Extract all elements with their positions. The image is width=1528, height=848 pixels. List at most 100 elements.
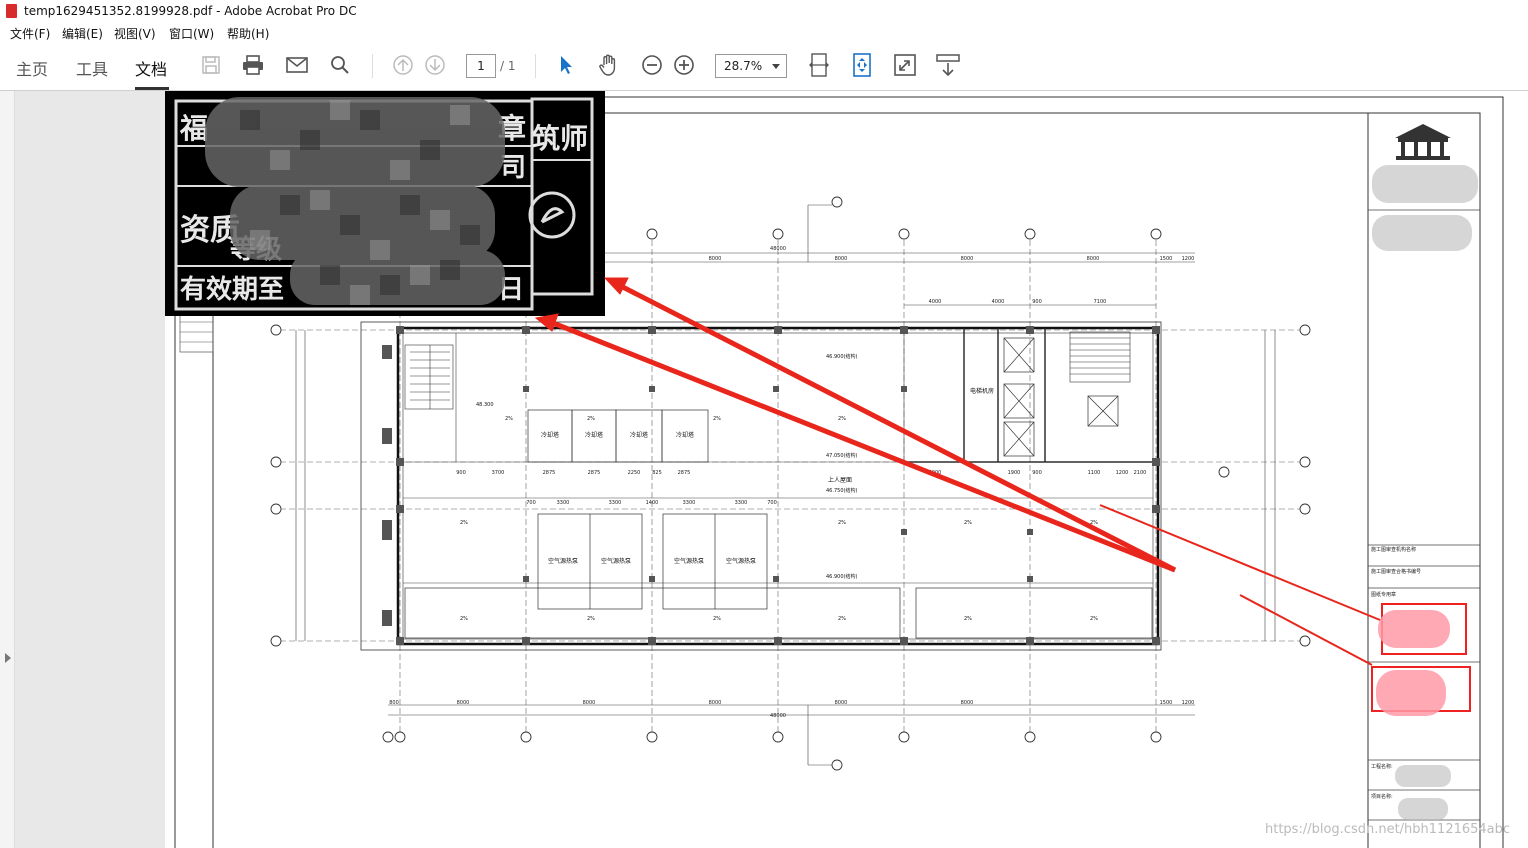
tab-document[interactable]: 文档 [135, 56, 167, 80]
hand-tool-icon[interactable] [596, 52, 622, 78]
dim-top-3: 8000 [961, 256, 974, 262]
select-cursor-icon[interactable] [553, 52, 579, 78]
slope-label: 2% [460, 520, 468, 526]
email-icon[interactable] [284, 52, 310, 78]
stamp-char-fu: 福 [179, 112, 208, 145]
search-icon[interactable] [327, 52, 353, 78]
next-page-icon[interactable] [422, 52, 448, 78]
navigation-pane[interactable] [0, 91, 15, 848]
dim-top2-1: 4000 [929, 299, 942, 305]
elev-label-1: 46.900(结构) [826, 353, 857, 360]
dim-mid-13: 2100 [1134, 470, 1147, 476]
toolbar: 主页 工具 文档 1 / 1 28.7% [0, 42, 1528, 91]
menu-help[interactable]: 帮助(H) [227, 25, 269, 42]
expand-pane-icon[interactable] [5, 653, 11, 663]
dim-mid-3: 2875 [543, 470, 556, 476]
menu-bar: 文件(F) 编辑(E) 视图(V) 窗口(W) 帮助(H) [0, 22, 1528, 42]
window-title: temp1629451352.8199928.pdf - Adobe Acrob… [24, 4, 357, 18]
dim-top-6: 1200 [1182, 256, 1195, 262]
menu-window[interactable]: 窗口(W) [169, 25, 214, 42]
room-cooling-tower-1: 冷却塔 [541, 431, 559, 439]
stamp-char-architect: 筑师 [532, 122, 588, 155]
zoom-level-select[interactable]: 28.7% [715, 54, 787, 78]
page-number-input[interactable]: 1 [466, 54, 496, 78]
menu-view[interactable]: 视图(V) [114, 25, 156, 42]
save-icon[interactable] [198, 52, 224, 78]
title-block-review-org: 施工图审查机构名称 [1371, 546, 1416, 553]
dim-bottom-5: 8000 [835, 700, 848, 706]
zoom-value: 28.7% [724, 59, 763, 73]
room-elevator-machine: 电梯机房 [970, 387, 994, 395]
elev-label-5: 48.300 [476, 402, 494, 408]
pdf-page[interactable]: 施工图审查机构名称 施工图审查合格书编号 图纸专用章 工程名称: 项目名称: 4… [165, 91, 1528, 848]
cad-floor-plan: 施工图审查机构名称 施工图审查合格书编号 图纸专用章 工程名称: 项目名称: 4… [165, 91, 1504, 848]
dim-total-bottom: 48000 [770, 713, 786, 719]
zoom-out-icon[interactable] [639, 52, 665, 78]
dim-top2-4: 7100 [1094, 299, 1107, 305]
title-block-project: 工程名称: [1371, 763, 1393, 770]
print-icon[interactable] [240, 52, 266, 78]
dim-mid2-2: 3300 [557, 500, 570, 506]
title-block-item: 项目名称: [1371, 793, 1393, 800]
previous-page-icon[interactable] [390, 52, 416, 78]
elev-label-3: 46.750(结构) [826, 487, 857, 494]
title-bar: temp1629451352.8199928.pdf - Adobe Acrob… [0, 0, 1528, 22]
title-block-drawing-seal: 图纸专用章 [1371, 591, 1396, 598]
dim-bottom-1: 800 [389, 700, 399, 706]
toolbar-separator [372, 54, 373, 78]
dim-mid-12: 1200 [1116, 470, 1129, 476]
dim-bottom-8: 1200 [1182, 700, 1195, 706]
dim-mid2-6: 3300 [735, 500, 748, 506]
slope-label: 2% [838, 520, 846, 526]
dim-mid2-5: 3300 [683, 500, 696, 506]
fit-width-icon[interactable] [806, 52, 832, 78]
slope-label: 2% [460, 616, 468, 622]
tab-home[interactable]: 主页 [16, 56, 48, 80]
full-screen-icon[interactable] [892, 52, 918, 78]
dim-top-4: 8000 [1087, 256, 1100, 262]
fit-page-icon[interactable] [849, 52, 875, 78]
dim-mid2-3: 3300 [609, 500, 622, 506]
dim-top-1: 8000 [709, 256, 722, 262]
dim-bottom-4: 8000 [709, 700, 722, 706]
zoom-in-icon[interactable] [671, 52, 697, 78]
dim-mid-9: 1900 [1008, 470, 1021, 476]
toolbar-separator [535, 54, 536, 78]
dim-mid-10: 900 [1032, 470, 1042, 476]
scroll-mode-icon[interactable] [935, 52, 961, 78]
dim-mid-11: 1100 [1088, 470, 1101, 476]
watermark-url: https://blog.csdn.net/hbh1121654abc [1265, 822, 1511, 837]
slope-label: 2% [587, 616, 595, 622]
stamp-valid-until: 有效期至 [180, 274, 284, 305]
slope-label: 2% [713, 616, 721, 622]
slope-label: 2% [964, 520, 972, 526]
dim-mid-5: 2250 [628, 470, 641, 476]
room-cooling-tower-3: 冷却塔 [630, 431, 648, 439]
room-air-heat-pump-4: 空气源热泵 [726, 557, 756, 565]
menu-file[interactable]: 文件(F) [10, 25, 50, 42]
dim-mid-7: 2875 [678, 470, 691, 476]
dim-top2-3: 900 [1032, 299, 1042, 305]
title-block-cert-no: 施工图审查合格书编号 [1371, 568, 1421, 575]
dim-mid2-1: 700 [526, 500, 536, 506]
dim-bottom-2: 8000 [457, 700, 470, 706]
tab-tools[interactable]: 工具 [76, 56, 108, 80]
menu-edit[interactable]: 编辑(E) [62, 25, 103, 42]
dim-bottom-3: 8000 [583, 700, 596, 706]
dim-mid-4: 2875 [588, 470, 601, 476]
slope-label: 2% [587, 416, 595, 422]
dim-top2-2: 4000 [992, 299, 1005, 305]
dim-mid-1: 900 [456, 470, 466, 476]
dim-bottom-7: 1500 [1160, 700, 1173, 706]
elev-label-4: 46.900(结构) [826, 573, 857, 580]
slope-label: 2% [964, 616, 972, 622]
slope-label: 2% [1090, 616, 1098, 622]
slope-label: 2% [505, 416, 513, 422]
dim-top-5: 1500 [1160, 256, 1173, 262]
pdf-file-icon [6, 4, 17, 18]
room-cooling-tower-4: 冷却塔 [676, 431, 694, 439]
room-air-heat-pump-2: 空气源热泵 [601, 557, 631, 565]
room-roof-access: 上人屋面 [828, 476, 852, 484]
room-air-heat-pump-3: 空气源热泵 [674, 557, 704, 565]
dim-mid2-4: 1400 [646, 500, 659, 506]
